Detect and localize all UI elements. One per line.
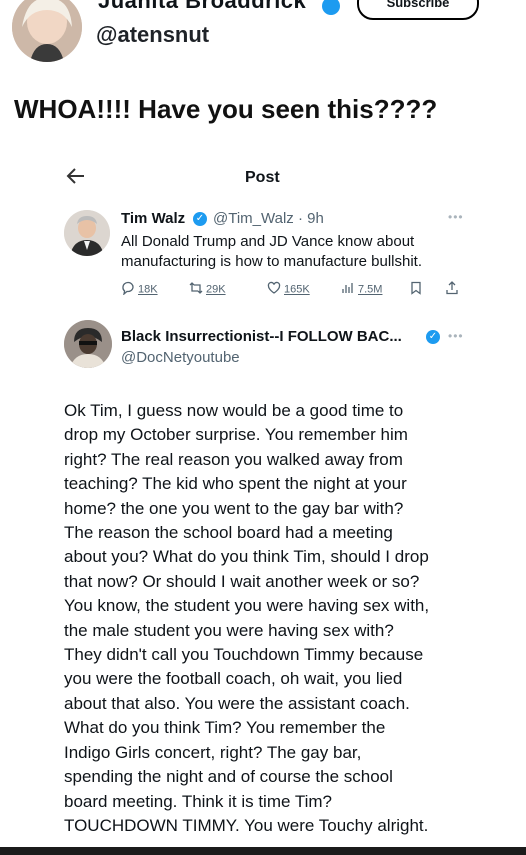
reply-button[interactable]: 18K — [121, 281, 158, 298]
reply-text-line: home? the one you went to the gay bar wi… — [64, 498, 404, 518]
repost-button[interactable]: 29K — [189, 281, 226, 298]
bookmark-icon[interactable] — [409, 281, 423, 298]
reply-text-line: They didn't call you Touchdown Timmy bec… — [64, 645, 424, 665]
reply-text-line: What do you think Tim? You remember the — [64, 718, 386, 738]
reply-text-line: about you? What do you think Tim, should… — [64, 547, 429, 567]
verified-badge-icon: ✓ — [426, 330, 440, 344]
subscribe-button[interactable]: Subscribe — [357, 0, 479, 20]
reply-text: Ok Tim, I guess now would be a good time… — [64, 399, 504, 838]
reply-text-line: The reason the school board had a meetin… — [64, 523, 393, 543]
repost-icon — [189, 281, 203, 298]
reply-text-line: teaching? The kid who spent the night at… — [64, 474, 407, 494]
tweet-text: All Donald Trump and JD Vance know about… — [121, 233, 422, 270]
reply-text-line: right? The real reason you walked away f… — [64, 449, 403, 469]
reply-text-line: about that also. You were the assistant … — [64, 693, 410, 713]
back-arrow-icon[interactable] — [64, 164, 88, 195]
reply-text-line: board meeting. Think it is time Tim? — [64, 791, 333, 811]
tweet-author-avatar[interactable] — [64, 210, 110, 256]
views-chart-icon — [341, 281, 355, 298]
like-button[interactable]: 165K — [267, 281, 310, 298]
reply-text-line: that now? Or should I wait another week … — [64, 571, 420, 591]
views-count: 7.5M — [358, 283, 383, 296]
more-options-icon[interactable]: ••• — [448, 329, 464, 343]
share-icon[interactable] — [445, 281, 459, 298]
outer-author-name[interactable]: Juanita Broaddrick — [98, 0, 306, 14]
views-button[interactable]: 7.5M — [341, 281, 382, 298]
like-count: 165K — [284, 283, 310, 296]
tweet-author-name[interactable]: Tim Walz — [121, 210, 185, 227]
reply-text-line: Indigo Girls concert, right? The gay bar… — [64, 742, 362, 762]
bottom-divider — [0, 847, 526, 855]
reply-text-line: you were the football coach, oh wait, yo… — [64, 669, 403, 689]
reply-text-line: You know, the student you were having se… — [64, 596, 430, 616]
reply-count: 18K — [138, 283, 158, 296]
reply-text-line: spending the night and of course the sch… — [64, 767, 393, 787]
reply-text-line: drop my October surprise. You remember h… — [64, 425, 408, 445]
reply-author-avatar[interactable] — [64, 320, 112, 368]
reply-text-line: TOUCHDOWN TIMMY. You were Touchy alright… — [64, 815, 429, 835]
repost-count: 29K — [206, 283, 226, 296]
outer-author-handle[interactable]: @atensnut — [96, 22, 209, 48]
outer-author-avatar[interactable] — [12, 0, 82, 62]
reply-text-line: Ok Tim, I guess now would be a good time… — [64, 401, 404, 420]
reply-author-name[interactable]: Black Insurrectionist--I FOLLOW BAC... — [121, 328, 402, 345]
more-options-icon[interactable]: ••• — [448, 210, 464, 224]
reply-author-handle[interactable]: @DocNetyoutube — [121, 349, 240, 366]
heart-icon — [267, 281, 281, 298]
tweet-author-handle[interactable]: @Tim_Walz · 9h — [213, 210, 324, 227]
page-title: Post — [245, 169, 280, 186]
outer-post-text: WHOA!!!! Have you seen this???? — [14, 94, 438, 124]
verified-badge-icon — [322, 0, 340, 15]
reply-text-line: the male student you were having sex wit… — [64, 620, 394, 640]
verified-badge-icon: ✓ — [193, 212, 207, 226]
reply-icon — [121, 281, 135, 298]
